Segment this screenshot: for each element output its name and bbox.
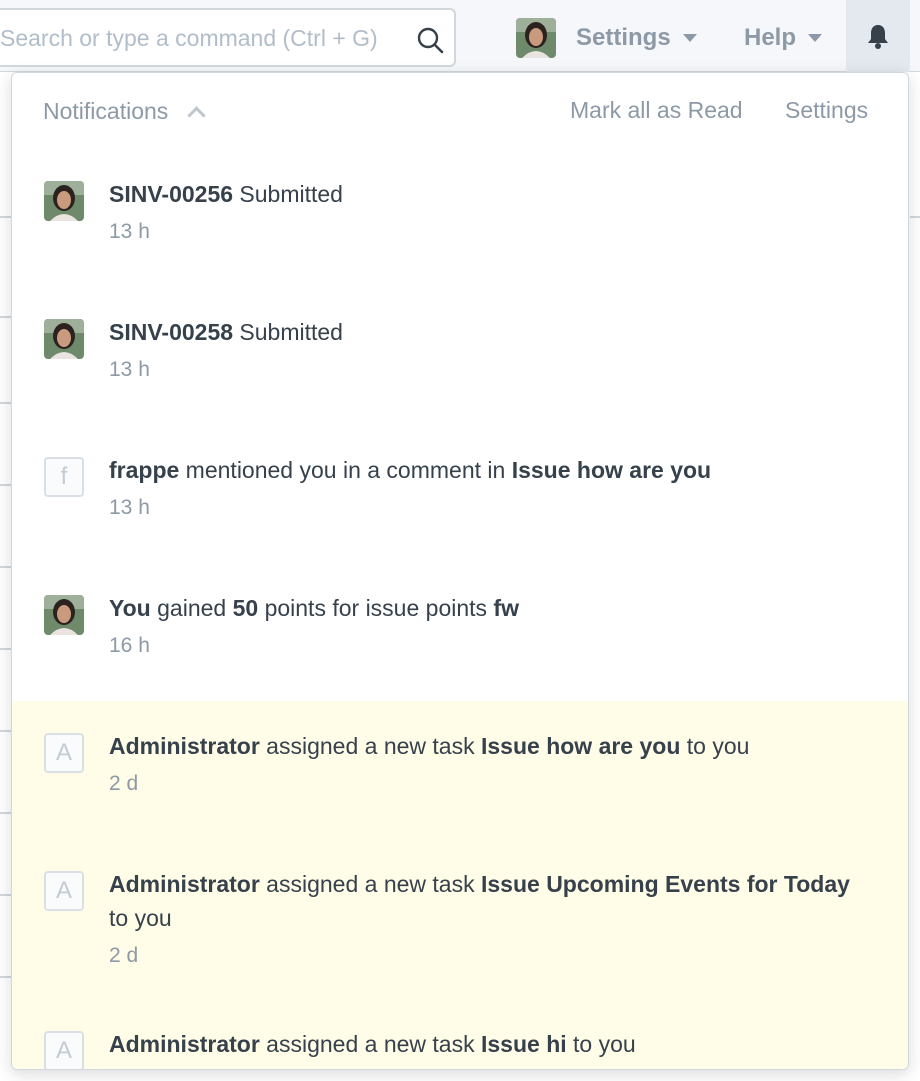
search-input[interactable]: [0, 20, 380, 56]
notification-text: to you: [566, 1031, 636, 1057]
chevron-up-icon: [187, 106, 206, 125]
notification-text: gained: [150, 595, 233, 621]
notification-item[interactable]: SINV-00258 Submitted 13 h: [12, 301, 908, 439]
notification-text: mentioned you in a comment in: [179, 457, 512, 483]
top-navbar: Settings Help: [0, 0, 920, 72]
user-avatar: [44, 319, 84, 359]
actor-name: You: [109, 595, 151, 621]
notification-item-unread[interactable]: A Administrator assigned a new task Issu…: [12, 1011, 908, 1069]
mark-all-read-link[interactable]: Mark all as Read: [570, 97, 743, 124]
notification-text: assigned a new task: [259, 1031, 481, 1057]
document-name: Issue hi: [480, 1031, 567, 1057]
points-value: 50: [232, 595, 259, 621]
actor-name: Administrator: [109, 1031, 260, 1057]
notification-time: 2 d: [109, 772, 139, 795]
actor-name: Administrator: [109, 733, 260, 759]
letter-avatar: A: [44, 733, 84, 773]
caret-down-icon: [682, 34, 697, 42]
notification-message: frappe mentioned you in a comment in Iss…: [109, 453, 868, 487]
notifications-dropdown: Notifications Mark all as Read Settings …: [11, 72, 909, 1070]
notification-time: 16 h: [109, 634, 150, 657]
notification-message: SINV-00258 Submitted: [109, 315, 868, 349]
document-name: SINV-00258: [109, 319, 234, 345]
notification-text: points for issue points: [258, 595, 494, 621]
notification-message: Administrator assigned a new task Issue …: [109, 1027, 868, 1061]
user-avatar: [44, 595, 84, 635]
settings-menu[interactable]: Settings: [576, 18, 697, 58]
actor-name: frappe: [109, 457, 180, 483]
notification-text: assigned a new task: [259, 871, 481, 897]
notification-time: 13 h: [109, 358, 150, 381]
divider: [910, 216, 920, 218]
letter-avatar: A: [44, 871, 84, 911]
user-avatar[interactable]: [516, 18, 556, 58]
awesome-bar: [0, 8, 456, 67]
notification-text: Submitted: [233, 181, 343, 207]
help-menu[interactable]: Help: [744, 18, 823, 58]
notification-time: 13 h: [109, 496, 150, 519]
help-menu-label: Help: [744, 24, 797, 51]
settings-menu-label: Settings: [576, 24, 671, 51]
notification-time: 2 d: [109, 944, 139, 967]
notifications-title-label: Notifications: [43, 98, 169, 124]
document-name: Issue how are you: [511, 457, 712, 483]
notification-item[interactable]: SINV-00256 Submitted 13 h: [12, 163, 908, 301]
notifications-header: Notifications Mark all as Read Settings: [12, 73, 908, 149]
notification-text: to you: [109, 905, 172, 931]
letter-avatar: A: [44, 1031, 84, 1069]
document-name: SINV-00256: [109, 181, 234, 207]
notification-item-unread[interactable]: A Administrator assigned a new task Issu…: [12, 701, 908, 839]
actor-name: Administrator: [109, 871, 260, 897]
notification-message: Administrator assigned a new task Issue …: [109, 729, 868, 763]
user-avatar: [44, 181, 84, 221]
notification-item-unread[interactable]: A Administrator assigned a new task Issu…: [12, 839, 908, 1011]
notification-message: You gained 50 points for issue points fw: [109, 591, 868, 625]
document-name: Issue how are you: [480, 733, 681, 759]
document-name: fw: [493, 595, 519, 621]
notification-item[interactable]: You gained 50 points for issue points fw…: [12, 577, 908, 701]
notification-text: assigned a new task: [259, 733, 481, 759]
bell-icon: [868, 25, 888, 49]
notification-item[interactable]: f frappe mentioned you in a comment in I…: [12, 439, 908, 577]
notifications-toggle[interactable]: [846, 0, 910, 72]
notifications-title[interactable]: Notifications: [43, 98, 206, 125]
notification-text: Submitted: [233, 319, 343, 345]
notification-message: Administrator assigned a new task Issue …: [109, 867, 868, 935]
notification-message: SINV-00256 Submitted: [109, 177, 868, 211]
document-name: Issue Upcoming Events for Today: [480, 871, 850, 897]
caret-down-icon: [808, 34, 823, 42]
letter-avatar: f: [44, 457, 84, 497]
notification-text: to you: [680, 733, 750, 759]
notification-time: 13 h: [109, 220, 150, 243]
notification-settings-link[interactable]: Settings: [785, 97, 868, 124]
search-icon[interactable]: [416, 26, 444, 54]
